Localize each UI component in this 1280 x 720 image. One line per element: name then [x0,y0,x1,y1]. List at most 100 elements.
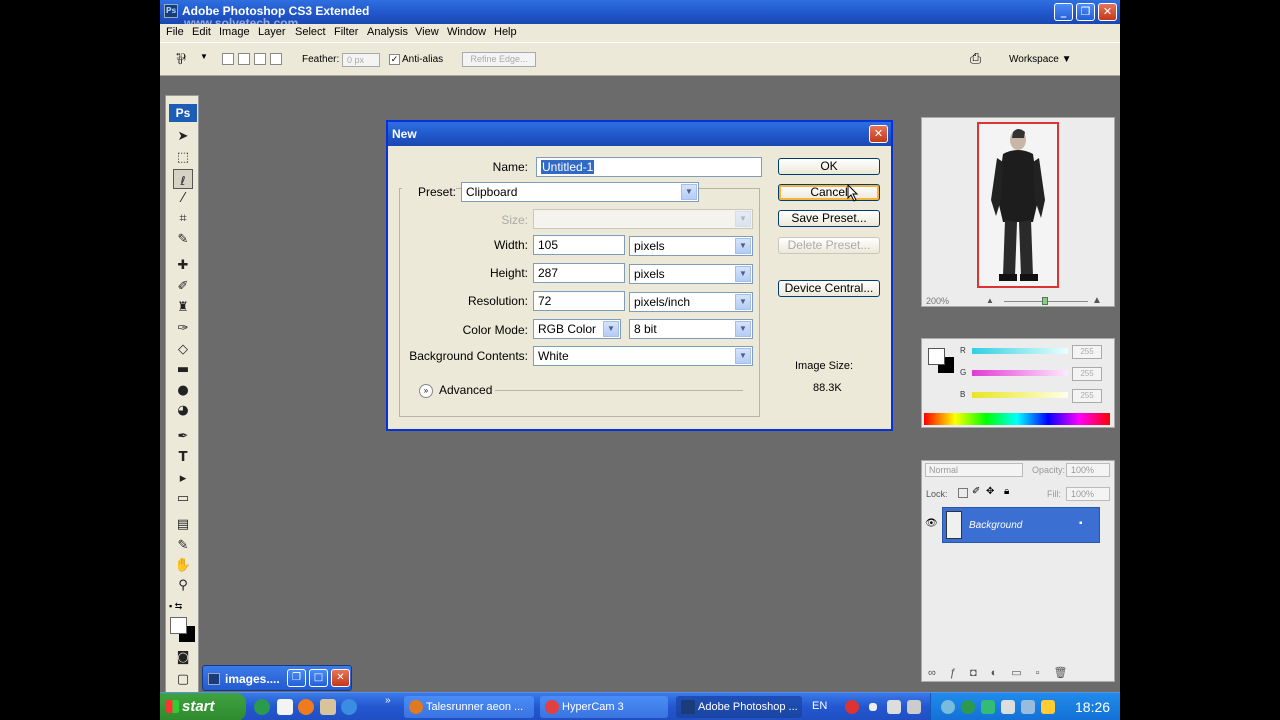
gradient-tool-icon[interactable]: ▬ [173,361,193,379]
intersect-selection-icon[interactable] [270,53,282,65]
preset-dropdown-icon[interactable]: ▼ [200,52,208,61]
eyedropper-2-tool-icon[interactable]: ✎ [173,537,193,555]
name-input[interactable]: Untitled-1 [536,157,762,177]
quick-mask-icon[interactable]: ◙ [173,649,193,667]
speaker-tray-icon[interactable] [1001,700,1015,714]
resolution-unit-select[interactable]: pixels/inch ▼ [629,292,753,312]
lock-transparent-icon[interactable] [958,488,968,498]
blue-value[interactable]: 255 [1072,389,1102,403]
add-selection-icon[interactable] [238,53,250,65]
screen-mode-icon[interactable]: ▢ [173,671,193,689]
fill-input[interactable]: 100% [1066,487,1110,501]
resolution-input[interactable]: 72 [533,291,625,311]
notes-tool-icon[interactable]: ▤ [173,516,193,534]
network-icon[interactable] [941,700,955,714]
zoom-out-icon[interactable]: ▲ [986,296,994,305]
height-unit-select[interactable]: pixels ▼ [629,264,753,284]
mini-maximize-button[interactable]: □ [309,669,328,687]
visibility-eye-icon[interactable]: 👁︎ [925,518,938,529]
lock-position-icon[interactable]: ✥ [986,486,994,497]
zoom-in-icon[interactable]: ▲ [1092,295,1102,306]
eraser-tool-icon[interactable]: ◇ [173,341,193,359]
device-central-button[interactable]: Device Central... [778,280,880,297]
close-button[interactable]: ✕ [1098,3,1117,21]
layer-footer-icons[interactable]: ∞ƒ◘◐▭▫🗑︎ [928,666,1082,679]
utorrent-tray-icon[interactable] [961,700,975,714]
blue-slider[interactable] [972,392,1068,398]
subtract-selection-icon[interactable] [254,53,266,65]
app-icon[interactable] [320,699,336,715]
minimize-button[interactable]: _ [1054,3,1073,21]
blur-tool-icon[interactable]: ● [173,382,193,400]
advanced-expand-icon[interactable]: » [419,384,433,398]
mini-close-button[interactable]: ✕ [331,669,350,687]
clone-stamp-tool-icon[interactable]: ♜ [173,299,193,317]
shape-tool-icon[interactable]: ▭ [173,490,193,508]
utorrent-icon[interactable] [254,699,270,715]
cancel-button[interactable]: Cancel [778,184,880,201]
internet-explorer-icon[interactable] [341,699,357,715]
height-input[interactable]: 287 [533,263,625,283]
new-selection-icon[interactable] [222,53,234,65]
eyedropper-tool-icon[interactable]: ✎ [173,231,193,249]
menu-edit[interactable]: Edit [192,26,211,38]
stop-icon[interactable] [869,703,877,711]
volume-icon[interactable] [907,700,921,714]
minimized-image-window[interactable]: images.... ❐ □ ✕ [202,665,352,691]
foreground-color-swatch[interactable] [170,617,187,634]
zoom-slider-handle[interactable] [1042,297,1048,305]
hand-tool-icon[interactable]: ✋ [173,557,193,575]
antialias-checkbox[interactable]: ✓ [389,54,400,65]
menu-help[interactable]: Help [494,26,517,38]
menu-layer[interactable]: Layer [258,26,286,38]
ok-button[interactable]: OK [778,158,880,175]
red-slider[interactable] [972,348,1068,354]
menu-file[interactable]: File [166,26,184,38]
swap-colors-icon[interactable]: ▪ ⇆ [169,601,197,613]
move-tool-icon[interactable]: ➤ [173,128,193,146]
pen-tool-icon[interactable]: ✒ [173,428,193,446]
refine-edge-button[interactable]: Refine Edge... [462,52,536,67]
record-icon[interactable] [845,700,859,714]
workspace-menu[interactable]: Workspace ▼ [1009,54,1072,65]
start-button[interactable]: start [160,693,246,720]
advanced-label[interactable]: Advanced [439,383,492,397]
color-fg-swatch[interactable] [928,348,945,365]
alert-tray-icon[interactable] [1041,700,1055,714]
lasso-preset-icon[interactable]: ⅌ [176,49,186,69]
type-tool-icon[interactable]: T [173,449,193,467]
menu-analysis[interactable]: Analysis [367,26,408,38]
dialog-close-button[interactable]: ✕ [869,125,888,143]
history-brush-tool-icon[interactable]: ✑ [173,320,193,338]
red-value[interactable]: 255 [1072,345,1102,359]
width-input[interactable]: 105 [533,235,625,255]
menu-window[interactable]: Window [447,26,486,38]
bit-depth-select[interactable]: 8 bit ▼ [629,319,753,339]
display-tray-icon[interactable] [1021,700,1035,714]
restore-button[interactable]: ❐ [1076,3,1095,21]
lock-all-icon[interactable]: 🔒︎ [1004,486,1009,497]
firefox-icon[interactable] [298,699,314,715]
screen-icon[interactable] [887,700,901,714]
bridge-icon[interactable]: ⎙ [970,51,981,67]
background-contents-select[interactable]: White ▼ [533,346,753,366]
task-photoshop[interactable]: Adobe Photoshop ... [676,696,802,718]
healing-brush-tool-icon[interactable]: ✚ [173,257,193,275]
color-mode-select[interactable]: RGB Color ▼ [533,319,621,339]
lasso-tool-icon[interactable]: ℓ [173,169,193,189]
zoom-tool-icon[interactable]: ⚲ [173,577,193,595]
navigator-thumbnail[interactable] [977,122,1059,288]
crop-tool-icon[interactable]: ⌗ [173,210,193,228]
layer-row-background[interactable]: Background ▪ [942,507,1100,543]
ps-logo[interactable]: Ps [169,104,197,122]
task-hypercam[interactable]: HyperCam 3 [540,696,668,718]
notepad-icon[interactable] [277,699,293,715]
menu-image[interactable]: Image [219,26,250,38]
green-slider[interactable] [972,370,1068,376]
magic-wand-tool-icon[interactable]: ⁄ [173,190,193,208]
blend-mode-select[interactable]: Normal [925,463,1023,477]
lock-pixels-icon[interactable]: ✐ [972,486,980,497]
clock[interactable]: 18:26 [1075,699,1110,715]
navigator-zoom-value[interactable]: 200% [926,296,949,306]
task-talesrunner[interactable]: Talesrunner aeon ... [404,696,534,718]
